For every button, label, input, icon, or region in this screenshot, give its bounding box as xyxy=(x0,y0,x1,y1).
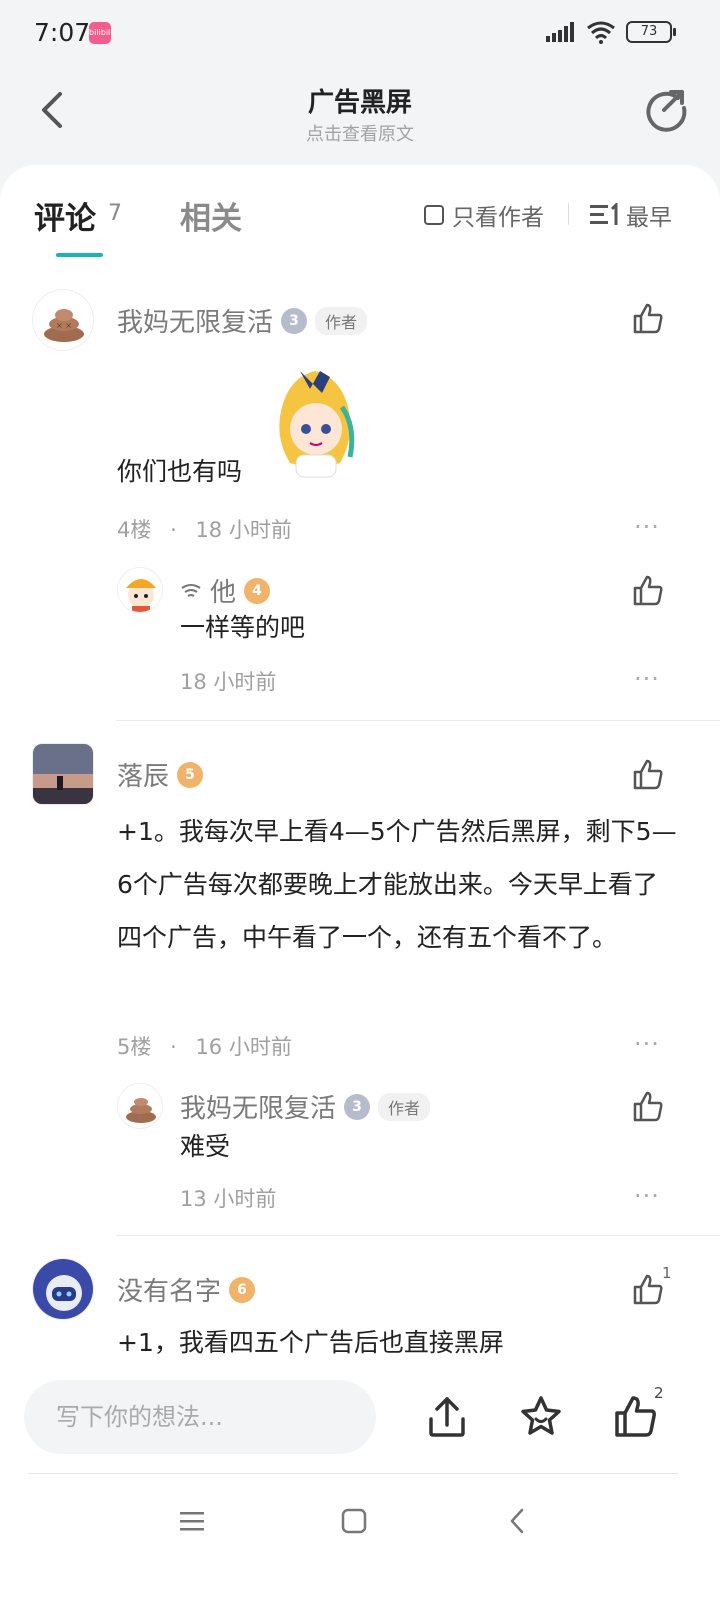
back-nav-icon[interactable] xyxy=(503,1506,533,1536)
tab-divider xyxy=(568,203,569,225)
level-badge: 6 xyxy=(229,1276,256,1303)
comment-input[interactable]: 写下你的想法... xyxy=(24,1380,376,1454)
like-icon[interactable] xyxy=(631,302,665,336)
share-upload-icon[interactable] xyxy=(423,1393,471,1441)
sort-button[interactable]: 最早 xyxy=(590,198,672,232)
comment-text: 你们也有吗 xyxy=(117,457,243,486)
sticker-anime-girl xyxy=(279,371,355,478)
avatar[interactable]: × × xyxy=(32,289,94,351)
share-icon[interactable] xyxy=(642,84,690,132)
sort-icon xyxy=(590,203,618,225)
time-label: 16 小时前 xyxy=(195,1035,292,1059)
svg-text:× ×: × × xyxy=(56,321,72,330)
like-count: 2 xyxy=(654,1384,664,1402)
app-badge-label: bilibili xyxy=(89,28,113,37)
username-text: 我妈无限复活 xyxy=(180,1094,337,1124)
robot-avatar-icon xyxy=(33,1259,93,1319)
avatar[interactable] xyxy=(32,1258,94,1320)
meta-dot: · xyxy=(170,1035,177,1059)
battery-icon: 73 xyxy=(626,21,676,43)
status-bar: 7:07 bilibili 73 xyxy=(0,0,720,70)
checkbox-icon xyxy=(424,205,444,225)
meta-dot: · xyxy=(170,518,177,542)
menu-icon[interactable] xyxy=(177,1506,207,1536)
comment-item: 落辰 5 +1。我每次早上看4—5个广告然后黑屏，剩下5—6个广告每次都要晚上才… xyxy=(0,735,720,1235)
avatar[interactable] xyxy=(117,567,163,613)
level-badge: 3 xyxy=(344,1093,371,1120)
post-header: 广告黑屏 点击查看原文 xyxy=(0,70,720,165)
floor-label: 5楼 xyxy=(117,1035,152,1059)
author-only-label: 只看作者 xyxy=(452,205,544,231)
comment-divider xyxy=(116,720,720,721)
wifi-name-icon xyxy=(181,583,201,597)
level-badge: 3 xyxy=(281,307,308,334)
bottom-action-bar: 写下你的想法... 2 xyxy=(0,1358,720,1478)
more-options[interactable]: ··· xyxy=(634,1182,660,1210)
like-icon[interactable] xyxy=(631,1273,665,1307)
comment-item: × × 我妈无限复活 3 作者 你们也有吗 4楼 · 18 小时前 ··· 他 … xyxy=(0,285,720,725)
comments-count: 7 xyxy=(108,201,122,226)
reply-username[interactable]: 他 4 xyxy=(180,572,271,609)
comment-text: +1。我每次早上看4—5个广告然后黑屏，剩下5—6个广告每次都要晚上才能放出来。… xyxy=(117,817,677,952)
status-time: 7:07 xyxy=(34,18,91,47)
author-only-toggle[interactable]: 只看作者 xyxy=(424,198,544,232)
comment-username[interactable]: 落辰 5 xyxy=(117,756,204,793)
comment-username[interactable]: 我妈无限复活 3 作者 xyxy=(117,302,368,339)
page-title[interactable]: 广告黑屏 xyxy=(0,82,720,119)
reply-time: 18 小时前 xyxy=(180,670,277,694)
bilibili-app-icon: bilibili xyxy=(89,22,113,44)
home-icon[interactable] xyxy=(339,1506,369,1536)
avatar[interactable] xyxy=(32,743,94,805)
author-tag: 作者 xyxy=(378,1092,431,1121)
system-nav-bar xyxy=(0,1478,720,1600)
like-count: 1 xyxy=(662,1264,672,1282)
like-icon[interactable] xyxy=(631,574,665,608)
level-badge: 5 xyxy=(177,761,204,788)
author-tag: 作者 xyxy=(315,306,368,335)
like-thumb-icon[interactable] xyxy=(611,1393,659,1441)
poop-avatar-icon: × × xyxy=(44,309,84,342)
poop-avatar-icon xyxy=(126,1098,156,1123)
username-text: 他 xyxy=(210,578,237,608)
like-icon[interactable] xyxy=(631,1090,665,1124)
username-text: 落辰 xyxy=(117,762,170,792)
more-options[interactable]: ··· xyxy=(634,513,660,541)
favorite-star-icon[interactable] xyxy=(517,1393,565,1441)
tab-bar: 评论 7 相关 只看作者 最早 xyxy=(0,165,720,265)
reply-time: 13 小时前 xyxy=(180,1187,277,1211)
comment-meta: 5楼 · 16 小时前 xyxy=(117,1031,292,1061)
tab-related[interactable]: 相关 xyxy=(180,193,242,238)
comment-item: 没有名字 6 1 +1，我看四五个广告后也直接黑屏 xyxy=(0,1250,720,1360)
helmet-boy-avatar-icon xyxy=(126,579,156,612)
time-label: 18 小时前 xyxy=(195,518,292,542)
comment-meta: 4楼 · 18 小时前 xyxy=(117,514,292,544)
status-right-icons: 73 xyxy=(546,20,676,44)
floor-label: 4楼 xyxy=(117,518,152,542)
reply-text: 一样等的吧 xyxy=(180,613,306,642)
username-text: 我妈无限复活 xyxy=(117,308,274,338)
like-icon[interactable] xyxy=(631,758,665,792)
battery-level: 73 xyxy=(640,24,658,39)
level-badge: 4 xyxy=(244,577,271,604)
bottom-divider xyxy=(28,1473,678,1474)
more-options[interactable]: ··· xyxy=(634,665,660,693)
more-options[interactable]: ··· xyxy=(634,1030,660,1058)
username-text: 没有名字 xyxy=(117,1277,222,1307)
tab-comments[interactable]: 评论 xyxy=(34,193,96,238)
view-original-link[interactable]: 点击查看原文 xyxy=(0,120,720,146)
wifi-icon xyxy=(587,21,615,44)
sunset-avatar-icon xyxy=(33,744,93,804)
reply-text: 难受 xyxy=(180,1132,231,1161)
comment-divider xyxy=(116,1235,720,1236)
reply-username[interactable]: 我妈无限复活 3 作者 xyxy=(180,1088,431,1125)
comment-username[interactable]: 没有名字 6 xyxy=(117,1271,256,1308)
signal-icon xyxy=(546,22,574,42)
sort-label: 最早 xyxy=(626,205,672,231)
avatar[interactable] xyxy=(117,1083,163,1129)
active-tab-indicator xyxy=(56,253,103,257)
